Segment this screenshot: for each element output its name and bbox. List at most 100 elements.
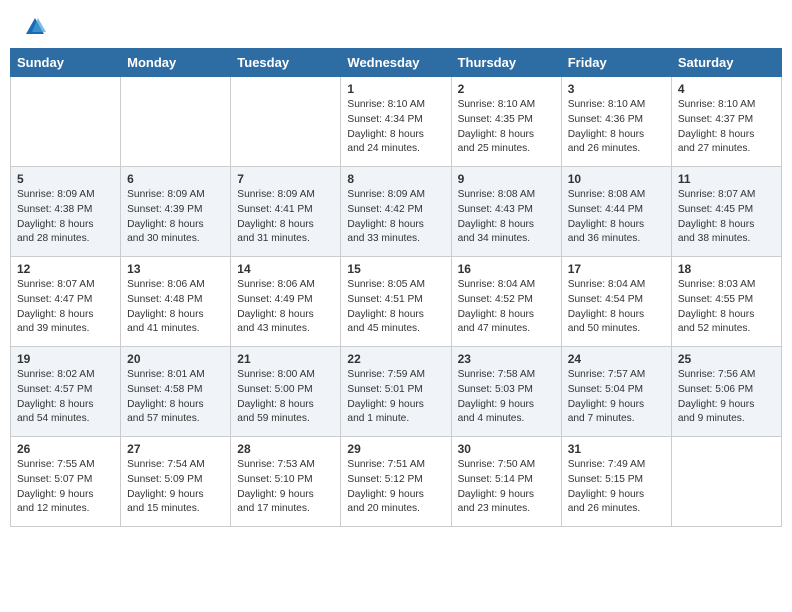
cell-text: Sunrise: 7:59 AM Sunset: 5:01 PM Dayligh… xyxy=(347,368,444,427)
day-number: 14 xyxy=(237,262,334,276)
cell-text: Sunrise: 8:10 AM Sunset: 4:36 PM Dayligh… xyxy=(568,98,665,157)
day-number: 27 xyxy=(127,442,224,456)
logo-general-text xyxy=(24,18,46,38)
calendar-table: SundayMondayTuesdayWednesdayThursdayFrid… xyxy=(10,48,782,527)
weekday-header: Tuesday xyxy=(231,49,341,77)
day-number: 16 xyxy=(458,262,555,276)
calendar-body: 1 Sunrise: 8:10 AM Sunset: 4:34 PM Daylig… xyxy=(11,77,782,527)
day-number: 12 xyxy=(17,262,114,276)
cell-text: Sunrise: 8:10 AM Sunset: 4:34 PM Dayligh… xyxy=(347,98,444,157)
calendar-cell xyxy=(231,77,341,167)
day-number: 6 xyxy=(127,172,224,186)
cell-text: Sunrise: 7:50 AM Sunset: 5:14 PM Dayligh… xyxy=(458,458,555,517)
day-number: 31 xyxy=(568,442,665,456)
calendar-cell: 4 Sunrise: 8:10 AM Sunset: 4:37 PM Daylig… xyxy=(671,77,781,167)
calendar-cell: 23Sunrise: 7:58 AM Sunset: 5:03 PM Dayli… xyxy=(451,347,561,437)
calendar-cell: 31 Sunrise: 7:49 AM Sunset: 5:15 PM Dayli… xyxy=(561,437,671,527)
calendar-cell xyxy=(671,437,781,527)
weekday-row: SundayMondayTuesdayWednesdayThursdayFrid… xyxy=(11,49,782,77)
calendar-cell: 20 Sunrise: 8:01 AM Sunset: 4:58 PM Dayli… xyxy=(121,347,231,437)
cell-text: Sunrise: 7:49 AM Sunset: 5:15 PM Dayligh… xyxy=(568,458,665,517)
weekday-header: Sunday xyxy=(11,49,121,77)
calendar-cell: 29 Sunrise: 7:51 AM Sunset: 5:12 PM Dayli… xyxy=(341,437,451,527)
day-number: 28 xyxy=(237,442,334,456)
cell-text: Sunrise: 8:09 AM Sunset: 4:42 PM Dayligh… xyxy=(347,188,444,247)
cell-text: Sunrise: 8:04 AM Sunset: 4:52 PM Dayligh… xyxy=(458,278,555,337)
calendar-cell: 21Sunrise: 8:00 AM Sunset: 5:00 PM Dayli… xyxy=(231,347,341,437)
cell-text: Sunrise: 7:57 AM Sunset: 5:04 PM Dayligh… xyxy=(568,368,665,427)
cell-text: Sunrise: 8:06 AM Sunset: 4:48 PM Dayligh… xyxy=(127,278,224,337)
cell-text: Sunrise: 8:09 AM Sunset: 4:39 PM Dayligh… xyxy=(127,188,224,247)
weekday-header: Thursday xyxy=(451,49,561,77)
calendar-row: 5 Sunrise: 8:09 AM Sunset: 4:38 PM Daylig… xyxy=(11,167,782,257)
cell-text: Sunrise: 8:08 AM Sunset: 4:43 PM Dayligh… xyxy=(458,188,555,247)
day-number: 19 xyxy=(17,352,114,366)
day-number: 26 xyxy=(17,442,114,456)
page-header xyxy=(0,0,792,48)
calendar-cell: 11 Sunrise: 8:07 AM Sunset: 4:45 PM Dayli… xyxy=(671,167,781,257)
cell-text: Sunrise: 8:04 AM Sunset: 4:54 PM Dayligh… xyxy=(568,278,665,337)
cell-text: Sunrise: 8:06 AM Sunset: 4:49 PM Dayligh… xyxy=(237,278,334,337)
calendar-row: 19 Sunrise: 8:02 AM Sunset: 4:57 PM Dayli… xyxy=(11,347,782,437)
calendar-cell: 7 Sunrise: 8:09 AM Sunset: 4:41 PM Daylig… xyxy=(231,167,341,257)
day-number: 4 xyxy=(678,82,775,96)
day-number: 22 xyxy=(347,352,444,366)
calendar-cell: 16 Sunrise: 8:04 AM Sunset: 4:52 PM Dayli… xyxy=(451,257,561,347)
cell-text: Sunrise: 8:01 AM Sunset: 4:58 PM Dayligh… xyxy=(127,368,224,427)
cell-text: Sunrise: 8:02 AM Sunset: 4:57 PM Dayligh… xyxy=(17,368,114,427)
day-number: 30 xyxy=(458,442,555,456)
calendar-cell: 28 Sunrise: 7:53 AM Sunset: 5:10 PM Dayli… xyxy=(231,437,341,527)
day-number: 23 xyxy=(458,352,555,366)
logo-icon xyxy=(24,16,46,38)
day-number: 2 xyxy=(458,82,555,96)
calendar-cell: 10 Sunrise: 8:08 AM Sunset: 4:44 PM Dayli… xyxy=(561,167,671,257)
calendar-cell: 18 Sunrise: 8:03 AM Sunset: 4:55 PM Dayli… xyxy=(671,257,781,347)
cell-text: Sunrise: 8:08 AM Sunset: 4:44 PM Dayligh… xyxy=(568,188,665,247)
day-number: 5 xyxy=(17,172,114,186)
calendar-row: 26 Sunrise: 7:55 AM Sunset: 5:07 PM Dayli… xyxy=(11,437,782,527)
day-number: 3 xyxy=(568,82,665,96)
cell-text: Sunrise: 8:07 AM Sunset: 4:47 PM Dayligh… xyxy=(17,278,114,337)
calendar-cell: 25 Sunrise: 7:56 AM Sunset: 5:06 PM Dayli… xyxy=(671,347,781,437)
logo xyxy=(24,18,46,38)
cell-text: Sunrise: 8:09 AM Sunset: 4:41 PM Dayligh… xyxy=(237,188,334,247)
calendar-wrapper: SundayMondayTuesdayWednesdayThursdayFrid… xyxy=(0,48,792,537)
calendar-row: 12 Sunrise: 8:07 AM Sunset: 4:47 PM Dayli… xyxy=(11,257,782,347)
cell-text: Sunrise: 7:56 AM Sunset: 5:06 PM Dayligh… xyxy=(678,368,775,427)
cell-text: Sunrise: 7:53 AM Sunset: 5:10 PM Dayligh… xyxy=(237,458,334,517)
calendar-cell: 30 Sunrise: 7:50 AM Sunset: 5:14 PM Dayli… xyxy=(451,437,561,527)
cell-text: Sunrise: 7:55 AM Sunset: 5:07 PM Dayligh… xyxy=(17,458,114,517)
cell-text: Sunrise: 8:10 AM Sunset: 4:37 PM Dayligh… xyxy=(678,98,775,157)
day-number: 1 xyxy=(347,82,444,96)
calendar-cell: 14 Sunrise: 8:06 AM Sunset: 4:49 PM Dayli… xyxy=(231,257,341,347)
day-number: 25 xyxy=(678,352,775,366)
day-number: 18 xyxy=(678,262,775,276)
day-number: 29 xyxy=(347,442,444,456)
day-number: 11 xyxy=(678,172,775,186)
calendar-cell: 15 Sunrise: 8:05 AM Sunset: 4:51 PM Dayli… xyxy=(341,257,451,347)
calendar-cell: 24 Sunrise: 7:57 AM Sunset: 5:04 PM Dayli… xyxy=(561,347,671,437)
day-number: 21 xyxy=(237,352,334,366)
calendar-header: SundayMondayTuesdayWednesdayThursdayFrid… xyxy=(11,49,782,77)
day-number: 15 xyxy=(347,262,444,276)
weekday-header: Friday xyxy=(561,49,671,77)
cell-text: Sunrise: 8:07 AM Sunset: 4:45 PM Dayligh… xyxy=(678,188,775,247)
cell-text: Sunrise: 7:51 AM Sunset: 5:12 PM Dayligh… xyxy=(347,458,444,517)
calendar-cell: 9Sunrise: 8:08 AM Sunset: 4:43 PM Daylig… xyxy=(451,167,561,257)
cell-text: Sunrise: 8:03 AM Sunset: 4:55 PM Dayligh… xyxy=(678,278,775,337)
calendar-cell xyxy=(11,77,121,167)
cell-text: Sunrise: 8:10 AM Sunset: 4:35 PM Dayligh… xyxy=(458,98,555,157)
calendar-cell: 13 Sunrise: 8:06 AM Sunset: 4:48 PM Dayli… xyxy=(121,257,231,347)
day-number: 10 xyxy=(568,172,665,186)
day-number: 20 xyxy=(127,352,224,366)
day-number: 7 xyxy=(237,172,334,186)
day-number: 13 xyxy=(127,262,224,276)
day-number: 24 xyxy=(568,352,665,366)
cell-text: Sunrise: 8:09 AM Sunset: 4:38 PM Dayligh… xyxy=(17,188,114,247)
day-number: 17 xyxy=(568,262,665,276)
calendar-cell xyxy=(121,77,231,167)
calendar-cell: 5 Sunrise: 8:09 AM Sunset: 4:38 PM Daylig… xyxy=(11,167,121,257)
calendar-cell: 19 Sunrise: 8:02 AM Sunset: 4:57 PM Dayli… xyxy=(11,347,121,437)
cell-text: Sunrise: 8:05 AM Sunset: 4:51 PM Dayligh… xyxy=(347,278,444,337)
day-number: 8 xyxy=(347,172,444,186)
